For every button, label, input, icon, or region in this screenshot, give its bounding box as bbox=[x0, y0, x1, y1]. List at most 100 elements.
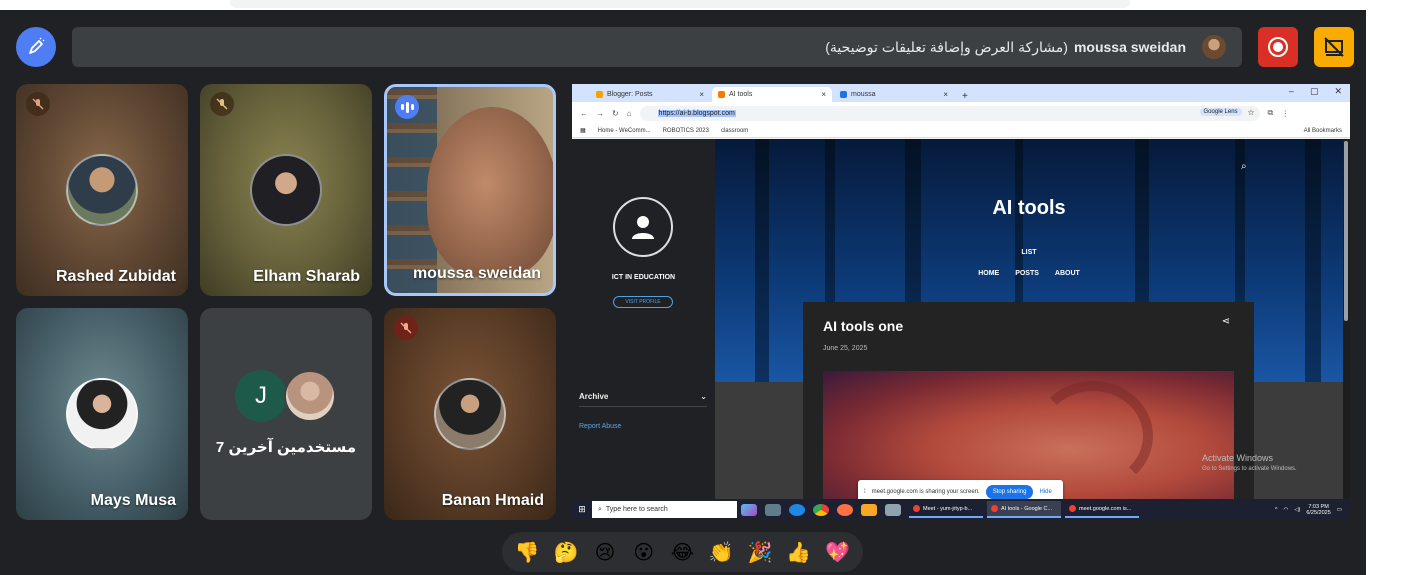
avatar bbox=[66, 154, 138, 226]
visit-profile-button[interactable]: VISIT PROFILE bbox=[613, 296, 673, 308]
archive-dropdown[interactable]: Archive ⌄ bbox=[579, 392, 707, 407]
participant-tile[interactable]: Elham Sharab bbox=[200, 84, 372, 296]
participant-video bbox=[427, 107, 553, 277]
activate-windows-watermark: Activate Windows Go to Settings to activ… bbox=[1202, 453, 1297, 472]
bookmarks-bar: ▦ Home - WeComm... ROBOTICS 2023 classro… bbox=[572, 124, 1350, 138]
record-icon bbox=[1268, 37, 1288, 57]
chrome-icon bbox=[913, 505, 920, 512]
annotate-pen-button[interactable] bbox=[16, 27, 56, 67]
avatar bbox=[434, 378, 506, 450]
hide-button[interactable]: Hide bbox=[1039, 489, 1051, 495]
browser-tab-active[interactable]: AI tools × bbox=[712, 87, 832, 102]
close-icon[interactable]: × bbox=[821, 90, 826, 99]
browser-tab[interactable]: moussa × bbox=[834, 87, 954, 102]
profile-avatar[interactable] bbox=[613, 197, 673, 257]
taskbar-app[interactable]: Meet - yum-jrtyp-b... bbox=[909, 501, 983, 518]
edge-icon[interactable] bbox=[789, 503, 805, 516]
star-icon[interactable]: ☆ bbox=[1247, 108, 1254, 117]
app-icon[interactable] bbox=[885, 503, 901, 516]
drag-handle-icon[interactable]: ⁞ bbox=[864, 489, 866, 495]
back-icon[interactable]: ← bbox=[580, 109, 588, 118]
wifi-icon[interactable]: ◠ bbox=[1283, 507, 1288, 513]
nav-about[interactable]: ABOUT bbox=[1055, 270, 1080, 277]
post-date: June 25, 2025 bbox=[823, 345, 868, 352]
new-tab-icon[interactable]: + bbox=[956, 91, 974, 102]
app-label: Meet - yum-jrtyp-b... bbox=[923, 505, 973, 512]
chrome-icon bbox=[991, 505, 998, 512]
tray-chevron-icon[interactable]: ^ bbox=[1275, 507, 1278, 513]
avatar bbox=[250, 154, 322, 226]
browser-tab[interactable]: Blogger: Posts × bbox=[590, 87, 710, 102]
reaction-heart[interactable]: 💖 bbox=[822, 540, 854, 564]
participant-tile[interactable]: Mays Musa bbox=[16, 308, 188, 520]
taskbar-app[interactable]: meet.google.com is... bbox=[1065, 501, 1139, 518]
others-tile[interactable]: J 7 مستخدمين آخرين bbox=[200, 308, 372, 520]
maximize-icon[interactable]: ▢ bbox=[1310, 86, 1319, 97]
record-button[interactable] bbox=[1258, 27, 1298, 67]
activate-title: Activate Windows bbox=[1202, 453, 1274, 463]
volume-icon[interactable]: ◁) bbox=[1294, 507, 1300, 513]
minimize-icon[interactable]: – bbox=[1289, 86, 1294, 97]
windows-start-icon[interactable]: ⊞ bbox=[572, 504, 592, 515]
others-avatar-initial: J bbox=[235, 370, 287, 422]
search-icon[interactable]: ⌕ bbox=[1241, 161, 1247, 172]
participant-tile[interactable]: Banan Hmaid bbox=[384, 308, 556, 520]
taskbar-app-active[interactable]: AI tools - Google C... bbox=[987, 501, 1061, 518]
participant-name: Rashed Zubidat bbox=[55, 268, 176, 285]
url-field[interactable]: https://ai-b.blogspot.com Google Lens ☆ bbox=[639, 105, 1260, 121]
tab-label: moussa bbox=[851, 91, 876, 98]
reaction-thinking[interactable]: 🤔 bbox=[550, 540, 582, 564]
avatar bbox=[66, 378, 138, 450]
nav-posts[interactable]: POSTS bbox=[1015, 270, 1039, 277]
reaction-thumbs-down[interactable]: 👎 bbox=[511, 540, 543, 564]
close-window-icon[interactable]: ✕ bbox=[1334, 86, 1342, 97]
participant-tile-speaking[interactable]: moussa sweidan bbox=[384, 84, 556, 296]
firefox-icon[interactable] bbox=[837, 503, 853, 516]
extensions-icon[interactable]: ⧉ bbox=[1268, 108, 1274, 118]
reactions-bar: 👎 🤔 😢 😮 😂 👏 🎉 👍 💖 bbox=[502, 532, 863, 572]
app-label: AI tools - Google C... bbox=[1001, 505, 1053, 512]
scrollbar[interactable] bbox=[1344, 141, 1348, 321]
stop-sharing-button[interactable]: Stop sharing bbox=[985, 485, 1034, 499]
home-icon[interactable]: ⌂ bbox=[627, 109, 632, 118]
post-title[interactable]: AI tools one bbox=[823, 318, 903, 334]
taskbar-search[interactable]: ⌕ Type here to search bbox=[592, 501, 737, 518]
participant-name: Banan Hmaid bbox=[441, 492, 544, 509]
speaking-indicator-icon bbox=[395, 95, 419, 119]
bookmark-item[interactable]: classroom bbox=[721, 128, 748, 134]
copilot-icon[interactable] bbox=[741, 503, 757, 516]
all-bookmarks[interactable]: All Bookmarks bbox=[1304, 128, 1342, 134]
stop-presenting-button[interactable] bbox=[1314, 27, 1354, 67]
bookmark-item[interactable]: ROBOTICS 2023 bbox=[663, 128, 709, 134]
system-tray: ^ ◠ ◁) 7:03 PM 6/25/2025 ▭ bbox=[1275, 504, 1342, 516]
clock[interactable]: 7:03 PM 6/25/2025 bbox=[1306, 504, 1330, 516]
notifications-icon[interactable]: ▭ bbox=[1337, 507, 1342, 513]
sidebar-title: ICT IN EDUCATION bbox=[611, 274, 676, 281]
store-icon[interactable] bbox=[765, 503, 781, 516]
close-icon[interactable]: × bbox=[699, 90, 704, 99]
search-placeholder: Type here to search bbox=[605, 506, 668, 513]
reaction-laughing[interactable]: 😂 bbox=[666, 540, 698, 564]
url-text: https://ai-b.blogspot.com bbox=[657, 109, 736, 117]
chrome-icon[interactable] bbox=[813, 503, 829, 516]
close-icon[interactable]: × bbox=[943, 90, 948, 99]
menu-icon[interactable]: ⋮ bbox=[1281, 109, 1289, 118]
reaction-thumbs-up[interactable]: 👍 bbox=[783, 540, 815, 564]
participant-tile[interactable]: Rashed Zubidat bbox=[16, 84, 188, 296]
reaction-surprised[interactable]: 😮 bbox=[628, 540, 660, 564]
google-lens-button[interactable]: Google Lens bbox=[1199, 107, 1242, 116]
forward-icon[interactable]: → bbox=[596, 109, 604, 118]
report-abuse-link[interactable]: Report Abuse bbox=[579, 423, 621, 430]
apps-icon[interactable]: ▦ bbox=[580, 127, 586, 134]
reload-icon[interactable]: ↻ bbox=[612, 109, 619, 118]
reaction-clapping[interactable]: 👏 bbox=[705, 540, 737, 564]
folder-icon[interactable] bbox=[861, 503, 877, 516]
bookmark-item[interactable]: Home - WeComm... bbox=[598, 128, 651, 134]
share-icon[interactable]: ⋖ bbox=[1222, 316, 1230, 327]
post-card: AI tools one June 25, 2025 ⋖ bbox=[803, 302, 1254, 499]
reaction-crying[interactable]: 😢 bbox=[589, 540, 621, 564]
presenter-name: moussa sweidan bbox=[1073, 39, 1186, 55]
reaction-party[interactable]: 🎉 bbox=[744, 540, 776, 564]
presenter-status: (مشاركة العرض وإضافة تعليقات توضيحية) bbox=[825, 38, 1068, 55]
nav-home[interactable]: HOME bbox=[978, 270, 999, 277]
